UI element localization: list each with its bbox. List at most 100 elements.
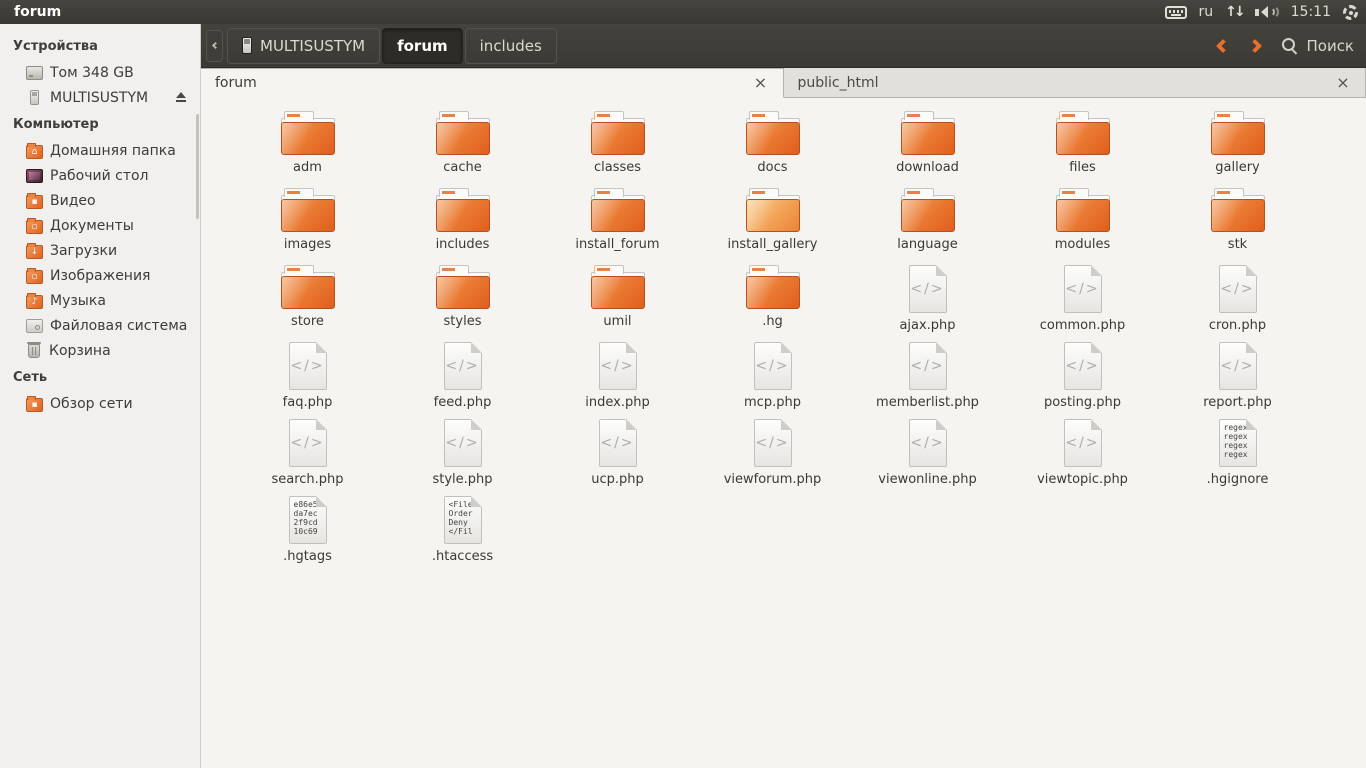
file-files[interactable]: files — [1005, 104, 1160, 181]
file-install_gallery[interactable]: install_gallery — [695, 181, 850, 258]
file-.hgtags[interactable]: e86e5 da7ec 2f9cd 10c69 .hgtags — [230, 489, 385, 566]
sidebar-item-рабочий-стол[interactable]: Рабочий стол — [0, 163, 200, 188]
sidebar-item-загрузки[interactable]: Загрузки — [0, 238, 200, 263]
file-label: ajax.php — [899, 318, 956, 333]
file-label: files — [1069, 160, 1096, 175]
folder-icon — [26, 292, 43, 309]
file-search.php[interactable]: </> search.php — [230, 412, 385, 489]
file-umil[interactable]: umil — [540, 258, 695, 335]
desktop-icon — [26, 168, 43, 183]
sidebar-item-label: Корзина — [49, 342, 111, 359]
session-gear-icon[interactable] — [1343, 4, 1358, 20]
file-faq.php[interactable]: </> faq.php — [230, 335, 385, 412]
sidebar-item-изображения[interactable]: Изображения — [0, 263, 200, 288]
file-cache[interactable]: cache — [385, 104, 540, 181]
sidebar-item-файловая-система[interactable]: Файловая система — [0, 313, 200, 338]
sidebar-item-музыка[interactable]: Музыка — [0, 288, 200, 313]
file-store[interactable]: store — [230, 258, 385, 335]
file-viewforum.php[interactable]: </> viewforum.php — [695, 412, 850, 489]
sidebar-item-корзина[interactable]: Корзина — [0, 338, 200, 363]
sidebar-item-документы[interactable]: Документы — [0, 213, 200, 238]
file-includes[interactable]: includes — [385, 181, 540, 258]
tab-close-button[interactable]: × — [1335, 74, 1351, 91]
keyboard-icon[interactable] — [1164, 5, 1187, 19]
clock[interactable]: 15:11 — [1291, 4, 1331, 20]
volume-icon[interactable] — [1254, 5, 1279, 19]
file-classes[interactable]: classes — [540, 104, 695, 181]
file-ajax.php[interactable]: </> ajax.php — [850, 258, 1005, 335]
breadcrumb-includes[interactable]: includes — [464, 27, 557, 64]
file-mcp.php[interactable]: </> mcp.php — [695, 335, 850, 412]
file-posting.php[interactable]: </> posting.php — [1005, 335, 1160, 412]
sidebar-item-том-348-gb[interactable]: Том 348 GB — [0, 60, 200, 85]
file-report.php[interactable]: </> report.php — [1160, 335, 1315, 412]
file-viewtopic.php[interactable]: </> viewtopic.php — [1005, 412, 1160, 489]
code-file-icon: </> — [1218, 265, 1257, 313]
forward-button[interactable] — [1248, 38, 1263, 53]
folder-icon — [590, 265, 645, 309]
file-styles[interactable]: styles — [385, 258, 540, 335]
file-install_forum[interactable]: install_forum — [540, 181, 695, 258]
sidebar-item-label: Домашняя папка — [50, 142, 176, 159]
file-.hgignore[interactable]: regex regex regex regex .hgignore — [1160, 412, 1315, 489]
sidebar-item-видео[interactable]: Видео — [0, 188, 200, 213]
code-file-icon: </> — [598, 419, 637, 467]
breadcrumb-multisustym[interactable]: MULTISUSTYM — [227, 27, 381, 64]
breadcrumb-forum[interactable]: forum — [382, 27, 463, 64]
file-language[interactable]: language — [850, 181, 1005, 258]
folder-icon — [1210, 188, 1265, 232]
file-label: docs — [757, 160, 788, 175]
tab-public_html[interactable]: public_html × — [783, 68, 1366, 98]
keyboard-layout-indicator[interactable]: ru — [1199, 4, 1214, 20]
folder-icon — [26, 192, 43, 209]
eject-icon[interactable] — [174, 91, 188, 104]
sidebar-item-multisustym[interactable]: MULTISUSTYM — [0, 85, 200, 110]
file-label: .hgignore — [1206, 472, 1269, 487]
file-ucp.php[interactable]: </> ucp.php — [540, 412, 695, 489]
text-preview: regex regex regex regex — [1223, 423, 1248, 459]
file-label: .hgtags — [283, 549, 332, 564]
back-button[interactable] — [1216, 38, 1231, 53]
file-label: language — [897, 237, 958, 252]
file-label: memberlist.php — [876, 395, 979, 410]
folder-icon — [590, 188, 645, 232]
search-button[interactable]: Поиск — [1282, 37, 1354, 55]
code-file-icon: </> — [1063, 419, 1102, 467]
code-glyph: </> — [290, 435, 325, 451]
pathbar-scroll-left-button[interactable] — [206, 29, 223, 62]
code-glyph: </> — [1065, 281, 1100, 297]
file-memberlist.php[interactable]: </> memberlist.php — [850, 335, 1005, 412]
sidebar-item-label: Загрузки — [50, 242, 118, 259]
code-file-icon: </> — [288, 419, 327, 467]
code-glyph: </> — [445, 435, 480, 451]
code-file-icon: </> — [288, 342, 327, 390]
file-common.php[interactable]: </> common.php — [1005, 258, 1160, 335]
file-.hg[interactable]: .hg — [695, 258, 850, 335]
file-images[interactable]: images — [230, 181, 385, 258]
file-stk[interactable]: stk — [1160, 181, 1315, 258]
text-file-icon: e86e5 da7ec 2f9cd 10c69 — [288, 496, 327, 544]
code-glyph: </> — [755, 435, 790, 451]
network-updown-icon[interactable]: ↑↓ — [1225, 4, 1246, 20]
file-download[interactable]: download — [850, 104, 1005, 181]
file-docs[interactable]: docs — [695, 104, 850, 181]
file-cron.php[interactable]: </> cron.php — [1160, 258, 1315, 335]
file-index.php[interactable]: </> index.php — [540, 335, 695, 412]
sidebar-item-обзор-сети[interactable]: Обзор сети — [0, 391, 200, 416]
file-adm[interactable]: adm — [230, 104, 385, 181]
code-glyph: </> — [910, 435, 945, 451]
file-.htaccess[interactable]: <File Order Deny </Fil .htaccess — [385, 489, 540, 566]
file-gallery[interactable]: gallery — [1160, 104, 1315, 181]
file-modules[interactable]: modules — [1005, 181, 1160, 258]
file-style.php[interactable]: </> style.php — [385, 412, 540, 489]
tab-close-button[interactable]: × — [753, 75, 769, 91]
file-label: images — [283, 237, 332, 252]
sidebar-section-header: Компьютер — [13, 117, 99, 132]
sidebar-item-домашняя-папка[interactable]: Домашняя папка — [0, 138, 200, 163]
code-glyph: </> — [600, 358, 635, 374]
file-feed.php[interactable]: </> feed.php — [385, 335, 540, 412]
code-file-icon: </> — [908, 419, 947, 467]
folder-icon — [26, 217, 43, 234]
tab-forum[interactable]: forum × — [201, 68, 784, 98]
file-viewonline.php[interactable]: </> viewonline.php — [850, 412, 1005, 489]
